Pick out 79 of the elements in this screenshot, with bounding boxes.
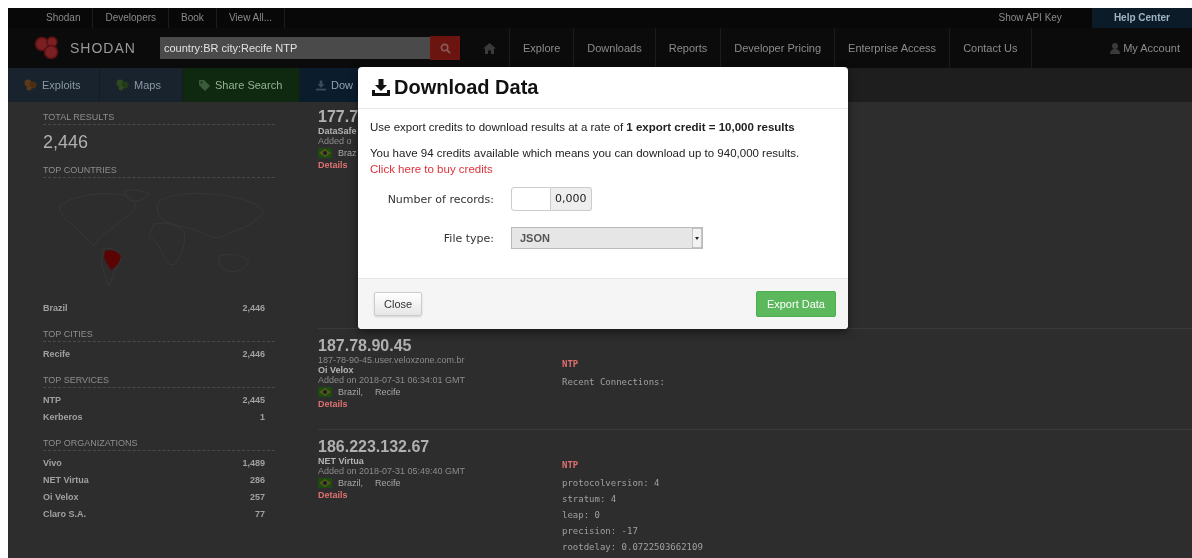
service-name: NTP xyxy=(562,359,580,369)
banner-line: protocolversion: 4 xyxy=(562,477,661,490)
help-center-button[interactable]: Help Center xyxy=(1091,8,1192,28)
home-icon xyxy=(483,42,496,54)
records-suffix: 0,000 xyxy=(551,187,592,211)
logo-text[interactable]: SHODAN xyxy=(70,40,136,56)
added-date: Added o xyxy=(318,136,352,146)
section-heading: TOTAL RESULTS xyxy=(43,112,275,125)
details-link[interactable]: Details xyxy=(318,399,348,409)
details-link[interactable]: Details xyxy=(318,160,348,170)
facet-count: 257 xyxy=(249,492,265,502)
facet-label[interactable]: Vivo xyxy=(43,458,62,468)
download-icon xyxy=(316,79,326,91)
organization: NET Virtua xyxy=(318,456,364,466)
show-api-key-link[interactable]: Show API Key xyxy=(998,8,1092,28)
file-type-select[interactable]: JSON xyxy=(511,227,703,249)
section-heading: TOP SERVICES xyxy=(43,375,275,388)
tag-icon xyxy=(199,79,210,91)
hostname: 187-78-90-45.user.veloxzone.com.br xyxy=(318,355,465,365)
intro-text: Use export credits to download results at a rate of 1 export credit = 10,000 results xyxy=(370,121,796,133)
records-field[interactable] xyxy=(511,187,551,211)
section-heading: TOP COUNTRIES xyxy=(43,165,275,178)
organization: DataSafe xyxy=(318,126,357,136)
flag-icon xyxy=(318,148,332,158)
ip-address-link[interactable]: 177.7 xyxy=(318,108,359,126)
facet-label[interactable]: NET Virtua xyxy=(43,475,89,485)
banner-line: leap: 0 xyxy=(562,509,601,522)
banner-line: stratum: 4 xyxy=(562,493,618,506)
caret-icon xyxy=(692,228,702,248)
search-icon xyxy=(439,42,451,54)
facet-count: 286 xyxy=(249,475,265,485)
facet-label[interactable]: Recife xyxy=(43,349,70,359)
dialog-title: Download Data xyxy=(394,76,539,99)
facet-count: 1,489 xyxy=(242,458,265,468)
section-heading: TOP CITIES xyxy=(43,329,275,342)
service-name: NTP xyxy=(562,460,580,470)
added-date: Added on 2018-07-31 06:34:01 GMT xyxy=(318,375,466,385)
flag-icon xyxy=(318,387,332,397)
flag-icon xyxy=(318,478,332,488)
account-link[interactable]: My Account xyxy=(1110,42,1192,54)
subnav-tab[interactable]: Exploits xyxy=(8,68,100,102)
ip-address-link[interactable]: 186.223.132.67 xyxy=(318,438,430,456)
search-button[interactable] xyxy=(430,36,460,60)
facet-label[interactable]: Oi Velox xyxy=(43,492,79,502)
records-label: Number of records: xyxy=(386,192,494,206)
file-type-label: File type: xyxy=(442,231,494,245)
facet-label[interactable]: Brazil xyxy=(43,303,68,313)
subnav-tab[interactable]: Maps xyxy=(100,68,183,102)
facet-label[interactable]: NTP xyxy=(43,395,61,405)
country: Braz xyxy=(338,148,357,158)
facet-count: 77 xyxy=(255,509,265,519)
country: Brazil, xyxy=(338,387,363,397)
banner-line: precision: -17 xyxy=(562,525,639,538)
facet-count: 2,446 xyxy=(242,303,265,313)
organization: Oi Velox xyxy=(318,365,354,375)
banner-line: Recent Connections: xyxy=(562,376,665,389)
section-heading: TOP ORGANIZATIONS xyxy=(43,438,275,451)
total-results: 2,446 xyxy=(43,131,90,153)
circles-icon xyxy=(24,79,37,91)
user-icon xyxy=(1110,42,1121,54)
circles-icon xyxy=(116,79,129,91)
subnav-tab[interactable]: Share Search xyxy=(183,68,300,102)
country: Brazil, xyxy=(338,478,363,488)
search-field[interactable]: country:BR city:Recife NTP xyxy=(160,37,430,59)
facet-count: 1 xyxy=(260,412,265,422)
added-date: Added on 2018-07-31 05:49:40 GMT xyxy=(318,466,466,476)
city: Recife xyxy=(375,387,401,397)
buy-credits-link[interactable]: Click here to buy credits xyxy=(370,163,493,175)
close-button[interactable]: Close xyxy=(374,292,423,316)
download-icon xyxy=(372,79,390,96)
ip-address-link[interactable]: 187.78.90.45 xyxy=(318,337,412,355)
city: Recife xyxy=(375,478,401,488)
facet-count: 2,445 xyxy=(242,395,265,405)
facet-count: 2,446 xyxy=(242,349,265,359)
credits-text: You have 94 credits available which means you can download up to 940,000 results. Click here to buy credits xyxy=(370,146,801,177)
facet-label[interactable]: Kerberos xyxy=(43,412,83,422)
banner-line: rootdelay: 0.0722503662109 xyxy=(562,541,703,554)
details-link[interactable]: Details xyxy=(318,490,348,500)
facet-label[interactable]: Claro S.A. xyxy=(43,509,86,519)
